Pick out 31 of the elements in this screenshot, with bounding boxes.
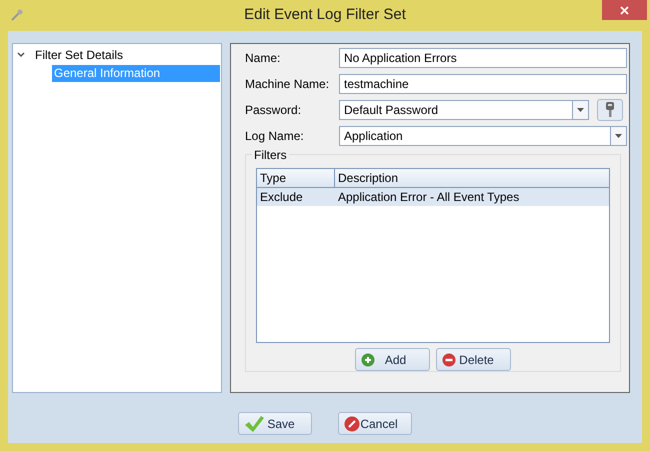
- cancel-icon: [344, 416, 360, 432]
- field-label: Name:: [245, 50, 282, 67]
- close-icon: [620, 6, 629, 14]
- dropdown-field[interactable]: Default Password: [339, 100, 589, 120]
- text-field[interactable]: No Application Errors: [339, 48, 627, 68]
- field-label: Password:: [245, 102, 302, 119]
- tree-item[interactable]: Filter Set Details: [33, 46, 126, 64]
- field-label: Machine Name:: [245, 76, 330, 93]
- key-button[interactable]: [597, 99, 623, 121]
- dropdown-caret-icon: [577, 108, 584, 112]
- table-cell-text: Application Error - All Event Types: [337, 189, 520, 206]
- dropdown-field[interactable]: Application: [339, 126, 627, 146]
- text-field[interactable]: testmachine: [339, 74, 627, 94]
- cancel-button[interactable]: Cancel: [338, 412, 412, 435]
- column-header[interactable]: Type: [257, 169, 335, 187]
- save-button[interactable]: Save: [238, 412, 312, 435]
- table-cell-text: Exclude: [259, 189, 304, 206]
- wrench-icon: [10, 8, 24, 22]
- column-header[interactable]: Description: [335, 169, 609, 187]
- field-label: Log Name:: [245, 128, 305, 145]
- dropdown-caret-icon: [615, 134, 622, 138]
- key-icon: [605, 102, 615, 118]
- window-title: Edit Event Log Filter Set: [244, 5, 406, 26]
- table-row[interactable]: Exclude Application Error - All Event Types: [257, 188, 609, 206]
- checkmark-icon: [244, 414, 264, 432]
- add-button[interactable]: Add: [355, 348, 430, 371]
- collapse-chevron-icon[interactable]: [17, 52, 25, 58]
- delete-button[interactable]: Delete: [436, 348, 511, 371]
- close-button[interactable]: [602, 0, 647, 20]
- minus-icon: [442, 352, 456, 366]
- plus-icon: [361, 352, 375, 366]
